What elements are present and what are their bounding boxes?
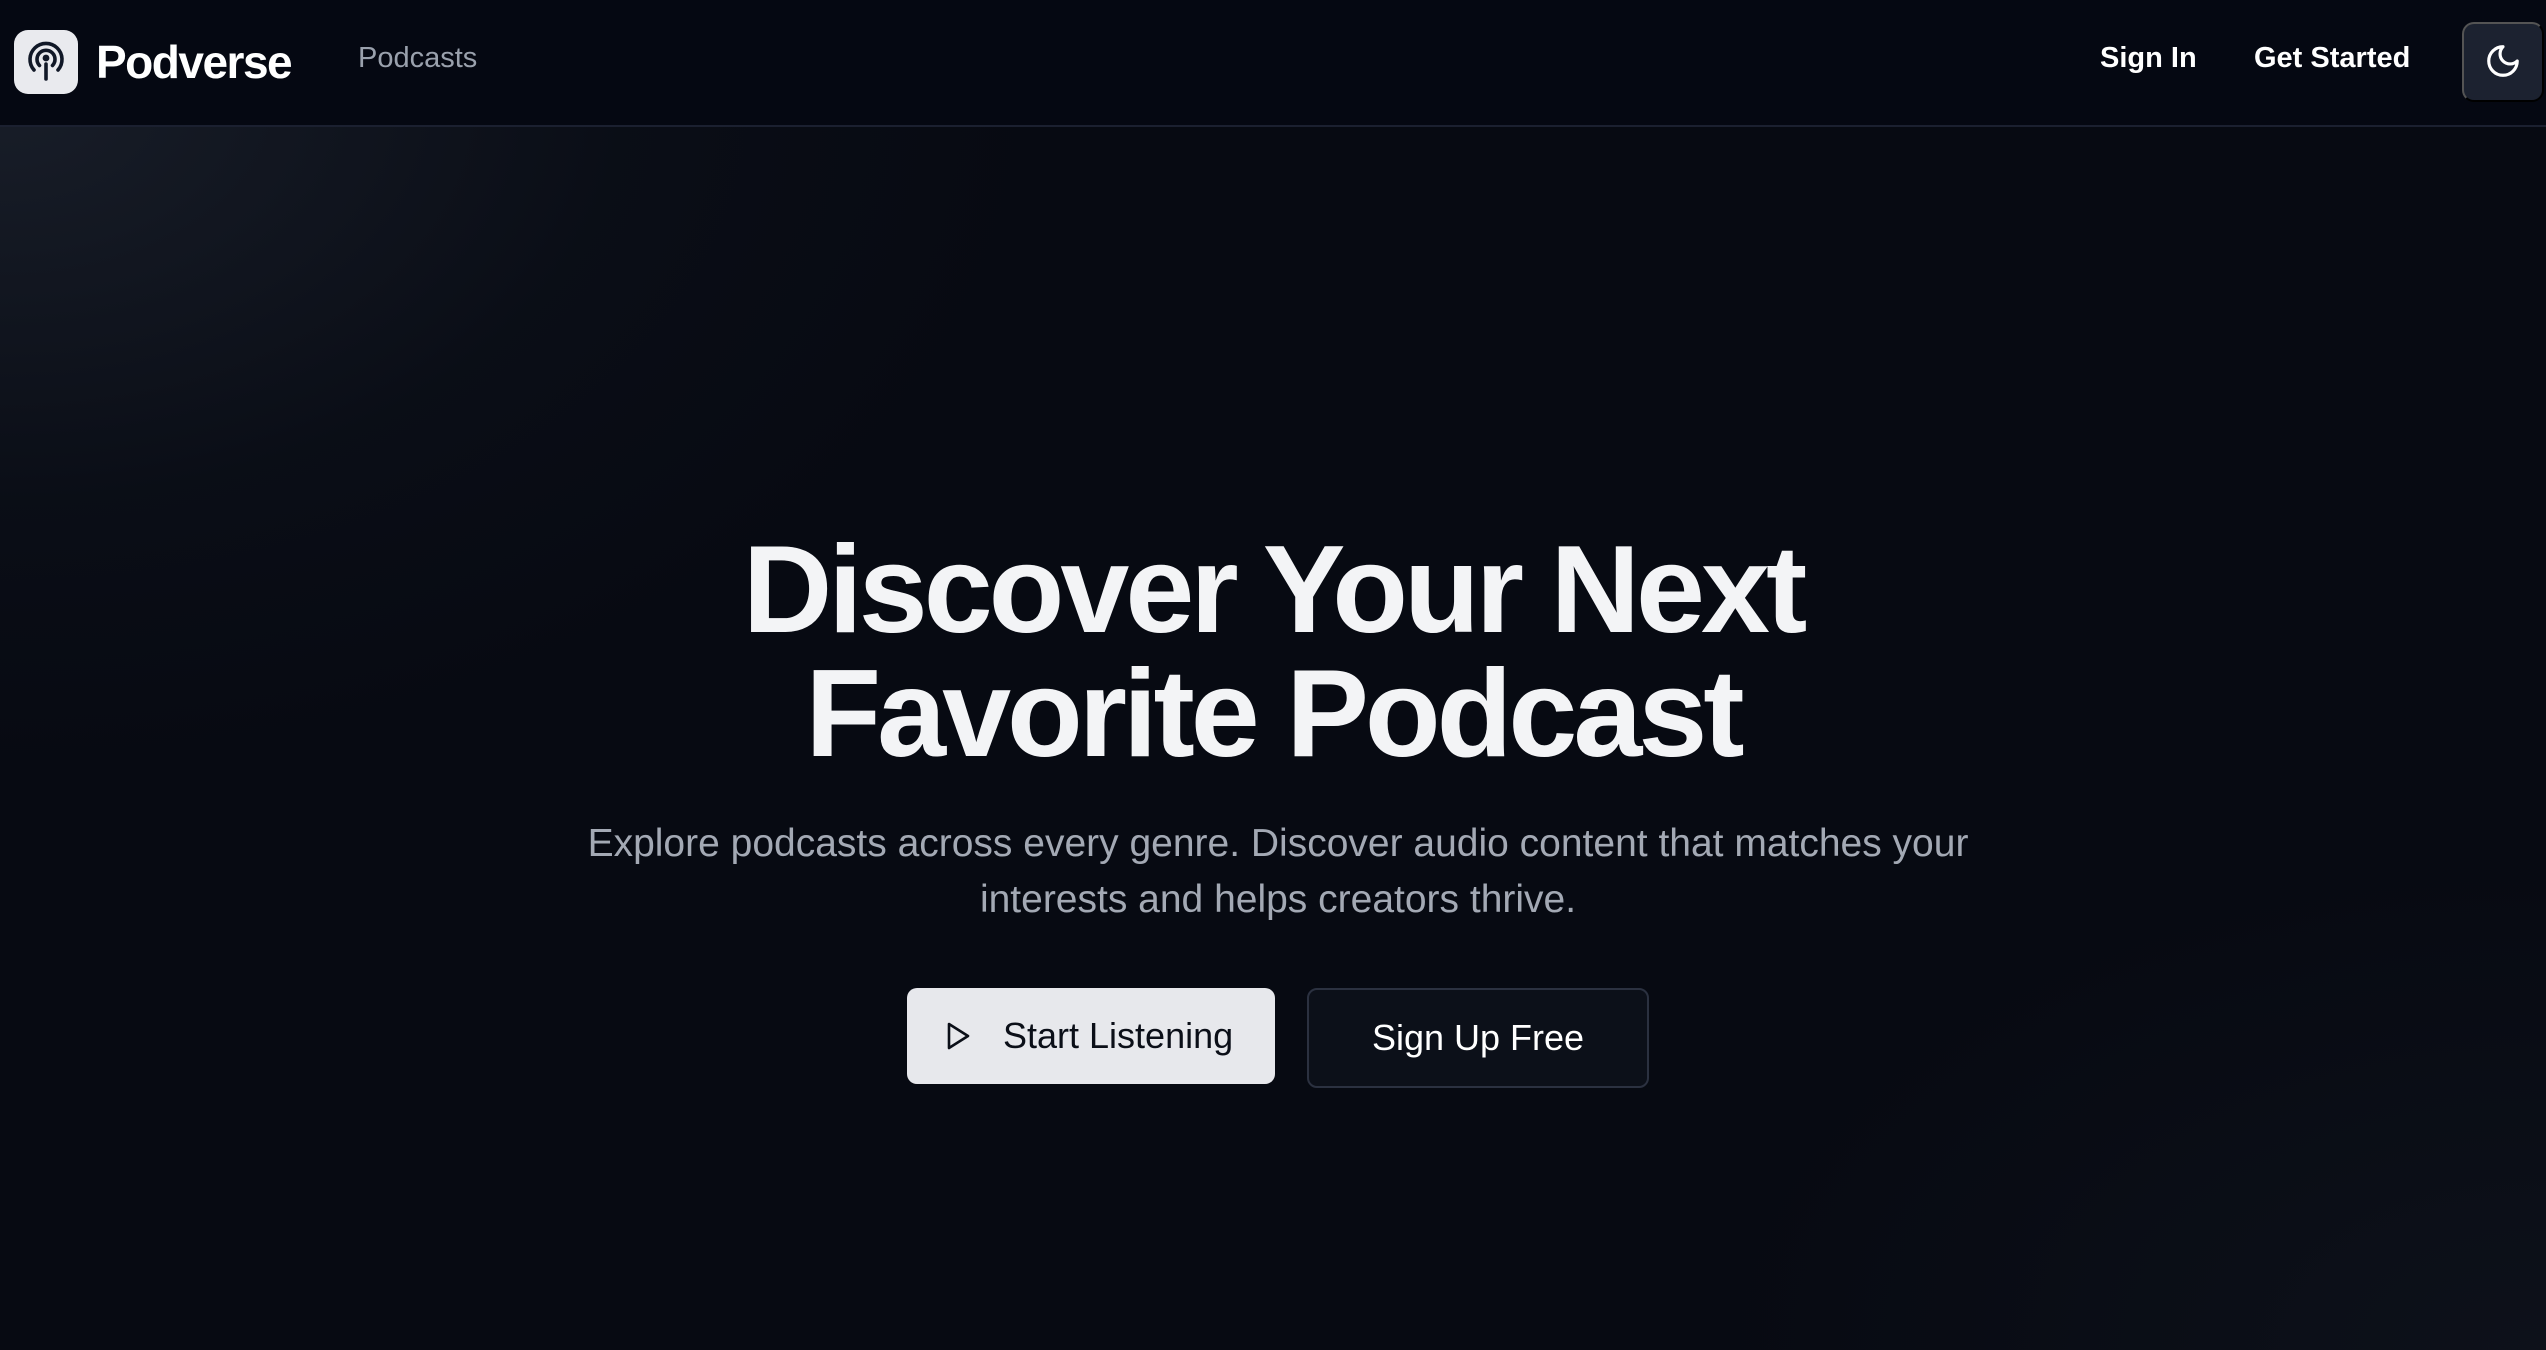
theme-toggle-button[interactable] — [2462, 22, 2544, 102]
get-started-link[interactable]: Get Started — [2254, 42, 2410, 75]
top-navbar: Podverse Podcasts Sign In Get Started — [0, 0, 2546, 127]
play-icon — [943, 1020, 973, 1052]
start-listening-label: Start Listening — [1003, 1015, 1234, 1056]
nav-link-podcasts[interactable]: Podcasts — [358, 42, 477, 75]
hero-title-line-2: Favorite Podcast — [805, 645, 1744, 783]
brand-name: Podverse — [96, 36, 293, 88]
hero-section: Discover Your Next Favorite Podcast Expl… — [0, 128, 2546, 1350]
brand-link[interactable]: Podverse — [14, 29, 293, 95]
page: Podverse Podcasts Sign In Get Started Di… — [0, 0, 2546, 1350]
hero-title: Discover Your Next Favorite Podcast — [0, 528, 2546, 776]
hero-subtitle: Explore podcasts across every genre. Dis… — [587, 822, 1969, 921]
sign-up-free-label: Sign Up Free — [1371, 1017, 1585, 1058]
hero-title-line-1: Discover Your Next — [742, 521, 1808, 659]
sign-in-link[interactable]: Sign In — [2100, 42, 2197, 75]
podcast-icon — [14, 30, 78, 94]
sign-up-free-button[interactable]: Sign Up Free — [1307, 988, 1649, 1088]
moon-icon — [2484, 42, 2522, 83]
start-listening-button[interactable]: Start Listening — [907, 988, 1275, 1084]
